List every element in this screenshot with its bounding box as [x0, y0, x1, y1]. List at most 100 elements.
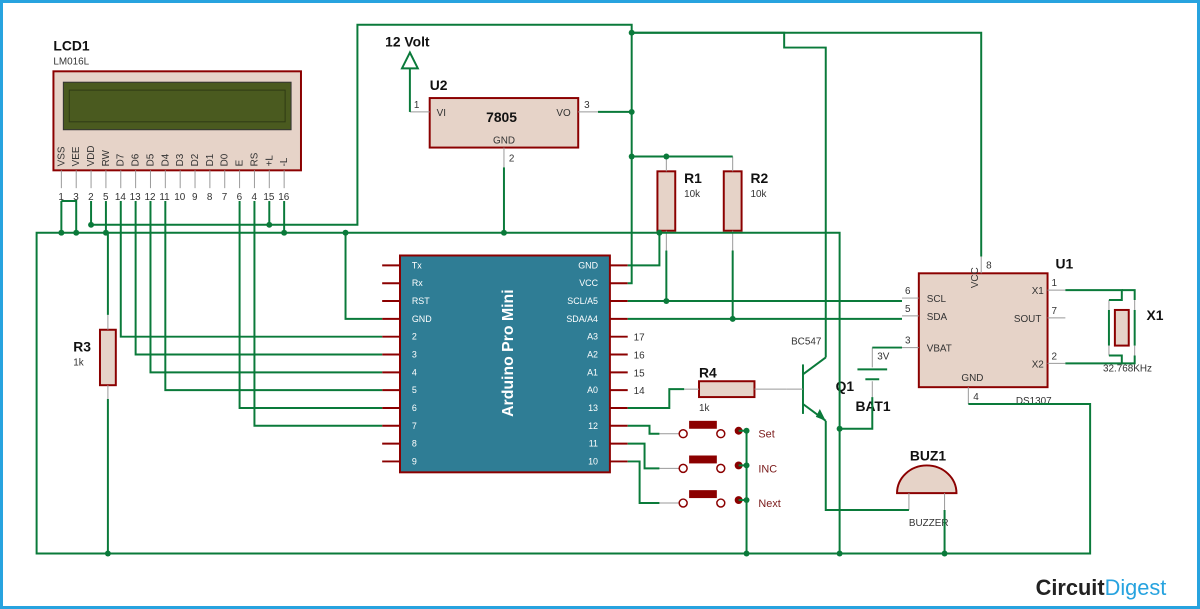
svg-text:GND: GND — [493, 136, 515, 147]
svg-text:BC547: BC547 — [791, 337, 821, 348]
svg-text:A1: A1 — [587, 367, 598, 377]
svg-text:SCL/A5: SCL/A5 — [567, 296, 598, 306]
svg-text:10k: 10k — [751, 189, 767, 200]
svg-text:9: 9 — [412, 456, 417, 466]
svg-text:Arduino Pro Mini: Arduino Pro Mini — [500, 289, 517, 417]
svg-text:3: 3 — [412, 349, 417, 359]
svg-text:10k: 10k — [684, 189, 700, 200]
power-12v: 12 Volt — [385, 34, 430, 112]
svg-text:VDD: VDD — [86, 145, 97, 166]
svg-text:R1: R1 — [684, 170, 702, 186]
svg-text:11: 11 — [589, 439, 598, 449]
svg-text:Tx: Tx — [412, 260, 422, 270]
svg-text:X2: X2 — [1032, 359, 1044, 370]
svg-text:D0: D0 — [220, 153, 231, 166]
svg-text:12: 12 — [588, 421, 598, 431]
svg-text:D6: D6 — [131, 153, 142, 166]
svg-text:7805: 7805 — [486, 109, 517, 125]
svg-text:16: 16 — [634, 350, 646, 361]
buzzer: BUZ1 BUZZER — [897, 447, 956, 528]
svg-text:RST: RST — [412, 296, 430, 306]
svg-text:4: 4 — [973, 392, 979, 403]
svg-text:GND: GND — [412, 314, 432, 324]
svg-text:Set: Set — [758, 429, 774, 441]
svg-text:+L: +L — [264, 155, 275, 167]
svg-text:D5: D5 — [145, 153, 156, 166]
svg-text:BUZ1: BUZ1 — [910, 447, 946, 463]
svg-text:3V: 3V — [877, 351, 890, 362]
svg-text:6: 6 — [905, 286, 911, 297]
svg-text:6: 6 — [412, 403, 417, 413]
svg-text:3: 3 — [905, 336, 911, 347]
svg-text:SDA/A4: SDA/A4 — [566, 314, 598, 324]
svg-text:VCC: VCC — [579, 278, 598, 288]
svg-text:10: 10 — [174, 192, 186, 203]
svg-text:7: 7 — [1052, 306, 1058, 317]
svg-text:12 Volt: 12 Volt — [385, 34, 430, 50]
svg-text:BUZZER: BUZZER — [909, 518, 949, 529]
brand-b: Digest — [1105, 575, 1167, 600]
schematic-frame: LCD1 LM016L 1 VSS 3 VEE 2 VDD 5 RW 14 D7… — [0, 0, 1200, 609]
svg-text:8: 8 — [207, 192, 213, 203]
svg-text:D2: D2 — [190, 154, 201, 167]
svg-text:2: 2 — [1052, 351, 1058, 362]
r4: R4 1k — [684, 364, 786, 414]
svg-text:CircuitDigest: CircuitDigest — [1036, 575, 1167, 600]
svg-text:D3: D3 — [175, 153, 186, 166]
svg-text:13: 13 — [588, 403, 598, 413]
svg-text:4: 4 — [412, 367, 417, 377]
svg-text:8: 8 — [986, 260, 992, 271]
svg-text:U1: U1 — [1055, 255, 1073, 271]
svg-text:7: 7 — [222, 192, 228, 203]
svg-text:Next: Next — [758, 498, 780, 510]
rtc: U1 DS1307 SCL SDA VBAT GND VCC X1 X2 SOU… — [902, 255, 1073, 407]
svg-text:GND: GND — [578, 260, 598, 270]
svg-text:X1: X1 — [1032, 286, 1045, 297]
r1: R1 10k — [657, 156, 702, 250]
svg-text:E: E — [235, 159, 246, 166]
svg-text:DS1307: DS1307 — [1016, 396, 1052, 407]
svg-text:7: 7 — [412, 421, 417, 431]
svg-text:1: 1 — [1052, 278, 1058, 289]
svg-text:VEE: VEE — [71, 146, 82, 166]
svg-text:RS: RS — [249, 152, 260, 166]
svg-text:VI: VI — [437, 108, 446, 119]
svg-text:D1: D1 — [205, 153, 216, 166]
svg-text:GND: GND — [961, 373, 983, 384]
svg-text:U2: U2 — [430, 77, 448, 93]
svg-text:R3: R3 — [73, 339, 91, 355]
svg-text:VO: VO — [556, 108, 571, 119]
svg-text:VSS: VSS — [56, 146, 67, 166]
svg-text:R4: R4 — [699, 364, 717, 380]
svg-text:32.768KHz: 32.768KHz — [1103, 363, 1152, 374]
svg-text:Rx: Rx — [412, 278, 423, 288]
transistor: Q1 BC547 — [786, 337, 854, 421]
svg-text:Q1: Q1 — [836, 378, 855, 394]
svg-text:SOUT: SOUT — [1014, 314, 1041, 325]
regulator: 7805 VI VO GND U2 1 3 2 — [410, 77, 598, 167]
arduino: Arduino Pro Mini Tx Rx RST GND 2 3 4 5 6… — [382, 255, 645, 472]
lcd-ref: LCD1 — [53, 38, 89, 54]
brand-a: Circuit — [1036, 575, 1105, 600]
lcd-part: LM016L — [53, 56, 89, 67]
r3: R3 1k — [73, 315, 116, 399]
svg-text:INC: INC — [758, 463, 777, 475]
svg-text:14: 14 — [634, 386, 646, 397]
svg-text:5: 5 — [905, 304, 911, 315]
svg-text:A0: A0 — [587, 385, 598, 395]
svg-text:D7: D7 — [116, 154, 127, 167]
svg-text:-L: -L — [279, 157, 290, 166]
svg-text:SCL: SCL — [927, 294, 947, 305]
svg-text:10: 10 — [588, 456, 598, 466]
svg-text:1k: 1k — [73, 357, 84, 368]
svg-text:8: 8 — [412, 439, 417, 449]
svg-text:2: 2 — [509, 153, 515, 164]
svg-text:A2: A2 — [587, 349, 598, 359]
svg-text:15: 15 — [634, 368, 646, 379]
svg-text:RW: RW — [101, 149, 112, 166]
svg-text:17: 17 — [634, 333, 645, 344]
svg-text:5: 5 — [412, 385, 417, 395]
svg-text:2: 2 — [412, 332, 417, 342]
schematic-svg: LCD1 LM016L 1 VSS 3 VEE 2 VDD 5 RW 14 D7… — [3, 3, 1197, 606]
svg-text:VBAT: VBAT — [927, 344, 952, 355]
